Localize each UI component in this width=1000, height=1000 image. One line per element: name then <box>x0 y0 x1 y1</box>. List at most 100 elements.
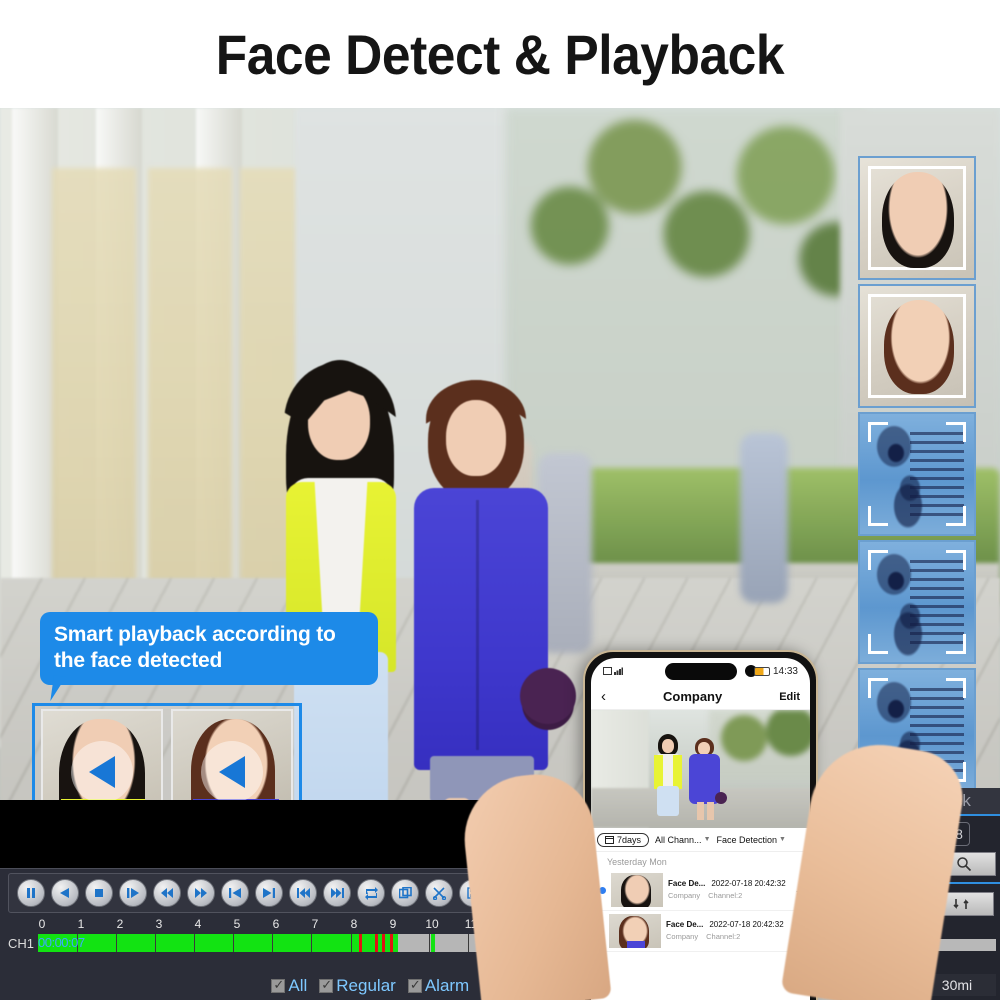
timeline-row[interactable]: CH1 00:00:07 <box>8 933 552 953</box>
corner-bracket-icon <box>946 550 966 570</box>
event-channel: Channel:2 <box>708 891 743 900</box>
phone-screen: 14:33 ‹ Company Edit 7days All Chann... … <box>591 658 810 1000</box>
checkbox-icon[interactable] <box>407 977 422 993</box>
chevron-down-icon: ▼ <box>779 836 786 843</box>
filter-regular[interactable]: Regular <box>319 976 396 996</box>
face-thumb-woman-dark-hair[interactable] <box>858 156 976 280</box>
avatar <box>884 300 954 394</box>
filter-all[interactable]: All <box>271 976 307 996</box>
list-item[interactable]: Face De... 2022-07-18 20:42:32 Company C… <box>591 911 810 952</box>
event-details: Face De... 2022-07-18 20:42:32 Company C… <box>668 879 804 901</box>
phone-status-bar: 14:33 <box>591 658 810 684</box>
play-reverse-button[interactable] <box>51 879 79 907</box>
callout-tail <box>50 675 80 705</box>
filter-alarm[interactable]: Alarm <box>407 976 470 996</box>
tick-5: 5 <box>233 917 241 931</box>
face-detection-strip <box>858 156 976 796</box>
play-reverse-icon <box>219 756 245 788</box>
corner-bracket-icon <box>868 422 888 442</box>
calendar-icon <box>605 836 614 844</box>
face-thumb-woman-red-lips[interactable] <box>858 284 976 408</box>
filter-label: Alarm <box>424 976 470 995</box>
background-pedestrian-3 <box>740 433 788 603</box>
corner-bracket-icon <box>868 634 888 654</box>
tick-0: 0 <box>38 917 46 931</box>
search-icon <box>957 857 972 872</box>
live-video-preview[interactable] <box>591 710 810 828</box>
corner-bracket-icon <box>946 506 966 526</box>
date-range-filter[interactable]: 7days <box>597 832 650 847</box>
event-thumbnail[interactable] <box>609 914 661 948</box>
page-title: Company <box>662 689 723 704</box>
tick-3: 3 <box>155 917 163 931</box>
checkbox-icon[interactable] <box>271 977 286 993</box>
status-left-icons <box>603 667 623 675</box>
event-type-filter[interactable]: Face Detection ▼ <box>717 835 786 845</box>
corner-bracket-icon <box>868 506 888 526</box>
back-button[interactable]: ‹ <box>601 688 606 705</box>
tick-10: 10 <box>425 917 439 931</box>
event-details: Face De... 2022-07-18 20:42:32 Company C… <box>666 920 804 942</box>
filter-label: Regular <box>336 976 396 995</box>
channel-label: CH1 <box>8 935 35 951</box>
avatar <box>882 172 954 268</box>
status-clock: 14:33 <box>772 665 798 677</box>
next-file-button[interactable] <box>323 879 351 907</box>
phone-nav-bar: ‹ Company Edit <box>591 684 810 710</box>
tick-9: 9 <box>389 917 397 931</box>
pause-button[interactable] <box>17 879 45 907</box>
playback-toolbar: ▶ <box>8 873 548 913</box>
event-type: Face De... <box>666 920 704 929</box>
channel-filter[interactable]: All Chann... ▼ <box>655 835 710 845</box>
chevron-down-icon: ▼ <box>703 836 711 843</box>
day-header: Yesterday Mon <box>607 857 667 867</box>
edit-button[interactable]: Edit <box>779 691 800 703</box>
rewind-button[interactable] <box>153 879 181 907</box>
callout-text: Smart playback according to the face det… <box>54 623 336 672</box>
signal-icon <box>614 667 623 675</box>
clip-button[interactable] <box>425 879 453 907</box>
status-right: 14:33 <box>753 665 798 677</box>
play-reverse-button[interactable] <box>201 741 263 803</box>
filter-label: All <box>288 976 308 995</box>
person-yellow-vest <box>651 734 685 816</box>
event-site: Company <box>666 932 699 941</box>
checkbox-icon[interactable] <box>319 977 334 993</box>
stop-button[interactable] <box>85 879 113 907</box>
event-type: Face De... <box>668 879 706 888</box>
corner-bracket-icon <box>946 678 966 698</box>
next-frame-button[interactable] <box>255 879 283 907</box>
event-channel: Channel:2 <box>706 932 741 941</box>
multi-window-button[interactable] <box>391 879 419 907</box>
tick-8: 8 <box>350 917 358 931</box>
play-reverse-button[interactable] <box>71 741 133 803</box>
fast-forward-button[interactable] <box>187 879 215 907</box>
tick-4: 4 <box>194 917 202 931</box>
tick-7: 7 <box>311 917 319 931</box>
event-timestamp: 2022-07-18 20:42:32 <box>711 879 786 888</box>
corner-bracket-icon <box>946 422 966 442</box>
previous-frame-button[interactable] <box>221 879 249 907</box>
corner-bracket-icon <box>868 550 888 570</box>
event-thumbnail[interactable] <box>611 873 663 907</box>
event-timestamp: 2022-07-18 20:42:32 <box>709 920 784 929</box>
face-scan-biometric-2[interactable] <box>858 540 976 664</box>
timeline-ticks: 0 1 2 3 4 5 6 7 8 9 10 11 12 <box>8 917 552 933</box>
playback-timeline[interactable]: 0 1 2 3 4 5 6 7 8 9 10 11 12 CH1 <box>8 917 552 957</box>
date-range-label: 7days <box>617 834 642 845</box>
loop-button[interactable] <box>357 879 385 907</box>
corner-bracket-icon <box>868 678 888 698</box>
previous-file-button[interactable] <box>289 879 317 907</box>
battery-icon <box>753 666 770 676</box>
event-site: Company <box>668 891 701 900</box>
callout-bubble: Smart playback according to the face det… <box>40 612 378 686</box>
corner-bracket-icon <box>946 634 966 654</box>
screenshot-icon <box>603 667 612 675</box>
face-scan-biometric-1[interactable] <box>858 412 976 536</box>
channel-filter-label: All Chann... <box>655 834 702 845</box>
poster-root: Face Detect & Playback Smart playback ac… <box>0 0 1000 1000</box>
list-item[interactable]: Face De... 2022-07-18 20:42:32 Company C… <box>591 870 810 911</box>
sync-icon <box>953 899 969 909</box>
slow-forward-button[interactable] <box>119 879 147 907</box>
tick-6: 6 <box>272 917 280 931</box>
